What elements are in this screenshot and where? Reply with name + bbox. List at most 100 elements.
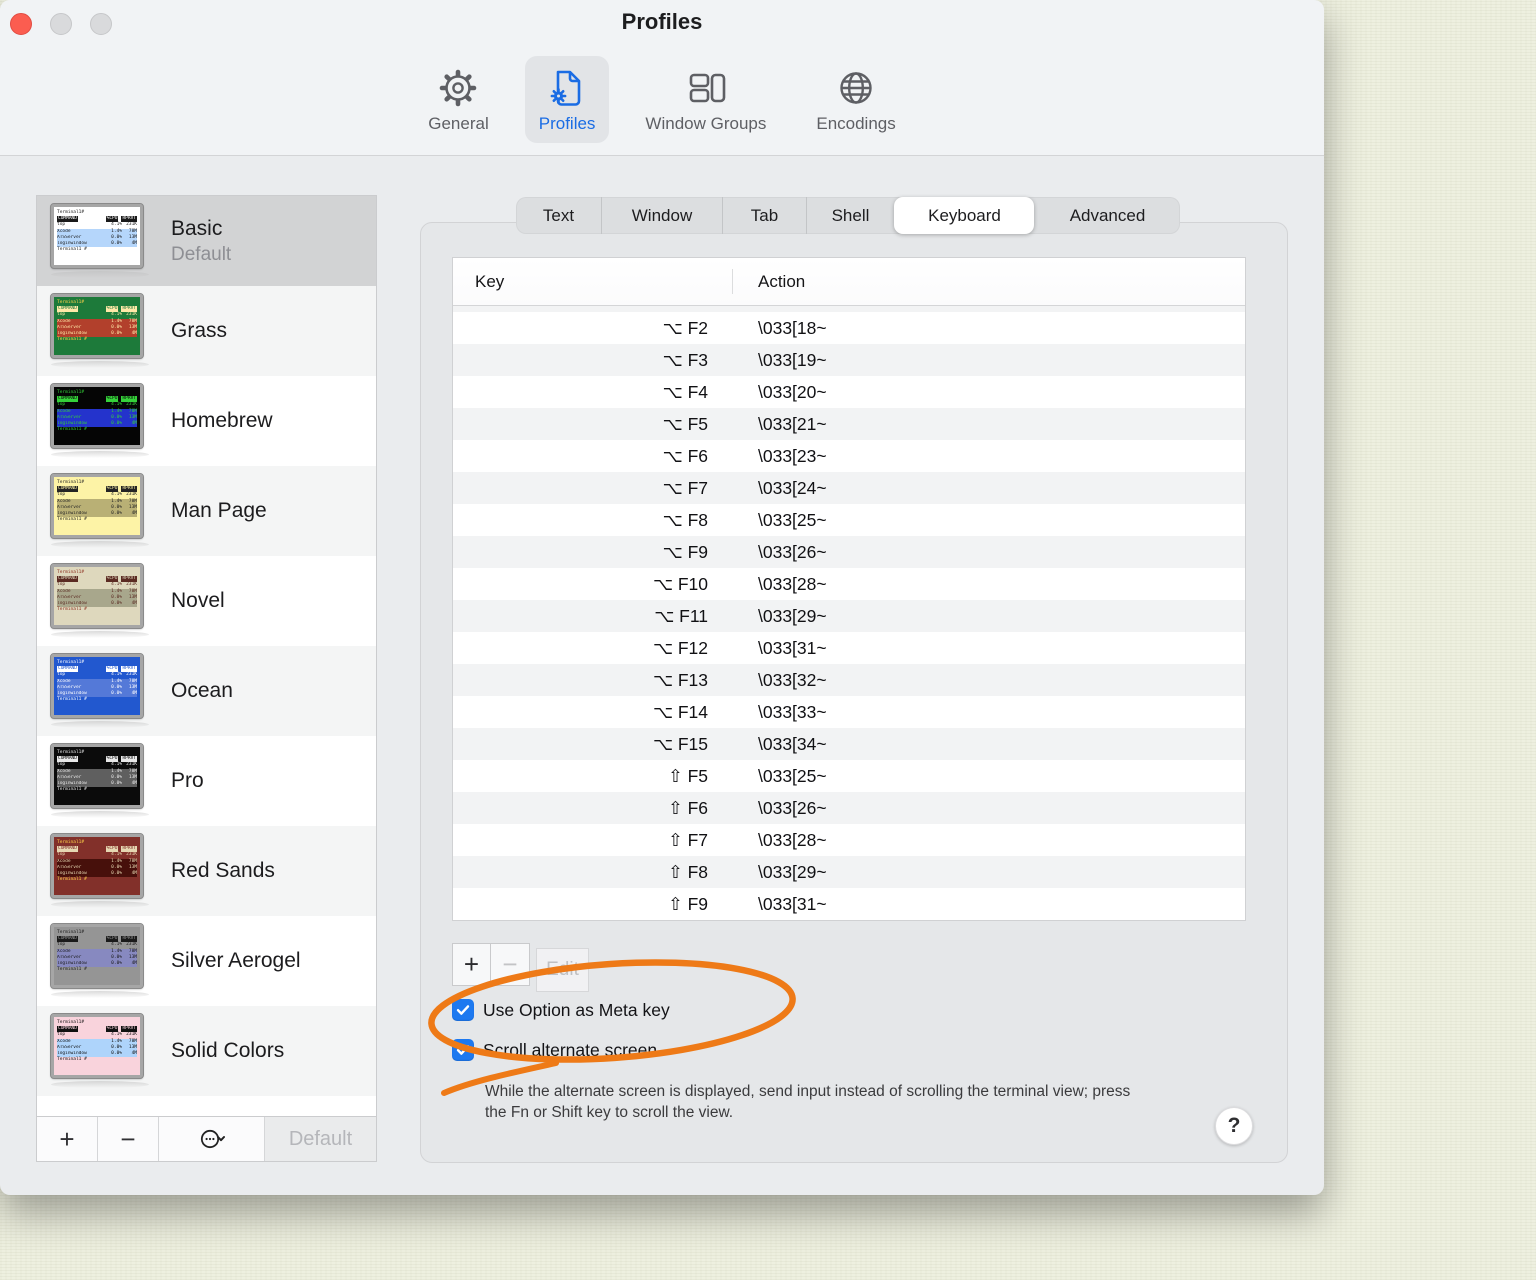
action-cell: \033[19~ <box>758 349 827 370</box>
tab-text[interactable]: Text <box>516 197 601 234</box>
profiles-preferences-window: Profiles General Profiles Window Groups … <box>0 0 1324 1195</box>
key-cell: ⌥ F5 <box>662 413 708 434</box>
thumb-prompt-line: Terminal1 # <box>57 787 87 793</box>
table-row[interactable]: ⌥ F15 \033[34~ <box>453 728 1245 760</box>
shortcut-edit-controls: + − <box>452 943 530 986</box>
help-button[interactable]: ? <box>1215 1107 1253 1145</box>
toolbar-item-encodings[interactable]: Encodings <box>802 56 909 143</box>
column-header-key: Key <box>475 271 505 291</box>
key-cell: ⌥ F11 <box>654 605 708 626</box>
profile-list-item[interactable]: Terminal1# COMMAND %CPU RPRVT top 4.1% 231K Xco… <box>37 556 376 646</box>
add-profile-button[interactable]: + <box>37 1117 98 1161</box>
key-cell: ⌥ F10 <box>652 573 708 594</box>
edit-shortcut-button[interactable]: Edit <box>536 948 589 992</box>
profile-labels: Silver Aerogel <box>171 949 301 973</box>
key-cell: ⌥ F6 <box>662 445 708 466</box>
tab-keyboard[interactable]: Keyboard <box>894 197 1034 234</box>
profile-thumbnail: Terminal1# COMMAND %CPU RPRVT top 4.1% 231K Xco… <box>50 1013 144 1079</box>
add-shortcut-button[interactable]: + <box>452 943 491 986</box>
remove-shortcut-button[interactable]: − <box>491 943 530 986</box>
profile-thumbnail: Terminal1# COMMAND %CPU RPRVT top 4.1% 231K Xco… <box>50 203 144 269</box>
column-header-action: Action <box>758 271 806 291</box>
table-row[interactable]: ⇧ F6 \033[26~ <box>453 792 1245 824</box>
profile-list-item[interactable]: Terminal1# COMMAND %CPU RPRVT top 4.1% 231K Xco… <box>37 826 376 916</box>
toolbar-item-profiles[interactable]: Profiles <box>524 56 610 143</box>
table-row[interactable]: ⌥ F13 \033[32~ <box>453 664 1245 696</box>
thumbnail-column: Terminal1# COMMAND %CPU RPRVT top 4.1% 231K Xco… <box>37 1013 157 1088</box>
action-cell: \033[29~ <box>758 605 827 626</box>
table-row[interactable]: ⇧ F5 \033[25~ <box>453 760 1245 792</box>
table-row[interactable]: ⌥ F7 \033[24~ <box>453 472 1245 504</box>
profile-name: Solid Colors <box>171 1039 285 1062</box>
profile-list-item[interactable]: Terminal1# COMMAND %CPU RPRVT top 4.1% 231K Xco… <box>37 916 376 1006</box>
toolbar-item-window-groups[interactable]: Window Groups <box>631 56 780 143</box>
table-row[interactable]: ⌥ F14 \033[33~ <box>453 696 1245 728</box>
table-row[interactable]: ⌥ F4 \033[20~ <box>453 376 1245 408</box>
profile-list-item[interactable]: Terminal1# COMMAND %CPU RPRVT top 4.1% 231K Xco… <box>37 466 376 556</box>
tab-shell[interactable]: Shell <box>806 197 894 234</box>
profile-list-item[interactable]: Terminal1# COMMAND %CPU RPRVT top 4.1% 231K Xco… <box>37 1006 376 1096</box>
profile-list-item[interactable]: Terminal1# COMMAND %CPU RPRVT top 4.1% 231K Xco… <box>37 646 376 736</box>
thumbnail-reflection <box>51 721 149 728</box>
profile-name: Red Sands <box>171 859 275 882</box>
profile-thumbnail: Terminal1# COMMAND %CPU RPRVT top 4.1% 231K Xco… <box>50 473 144 539</box>
ellipsis-circle-icon <box>200 1129 225 1149</box>
thumbnail-reflection <box>51 811 149 818</box>
profile-labels: Grass <box>171 319 227 343</box>
thumb-prompt-line: Terminal1 # <box>57 517 87 523</box>
table-row[interactable]: ⌥ F3 \033[19~ <box>453 344 1245 376</box>
settings-tab-bar: Text Window Tab Shell Keyboard Advanced <box>516 197 1180 234</box>
profile-labels: Ocean <box>171 679 233 703</box>
tab-tab[interactable]: Tab <box>722 197 806 234</box>
table-row[interactable]: ⌥ F11 \033[29~ <box>453 600 1245 632</box>
tab-window[interactable]: Window <box>601 197 722 234</box>
table-header: Key Action <box>453 258 1245 306</box>
table-row[interactable]: ⌥ F9 \033[26~ <box>453 536 1245 568</box>
profile-list-item[interactable]: Terminal1# COMMAND %CPU RPRVT top 4.1% 231K Xco… <box>37 196 376 286</box>
key-cell: ⌥ F2 <box>662 317 708 338</box>
table-row[interactable]: ⇧ F9 \033[31~ <box>453 888 1245 920</box>
table-row[interactable]: ⌥ F5 \033[21~ <box>453 408 1245 440</box>
thumbnail-reflection <box>51 541 149 548</box>
profile-thumbnail: Terminal1# COMMAND %CPU RPRVT top 4.1% 231K Xco… <box>50 923 144 989</box>
key-cell: ⌥ F13 <box>652 669 708 690</box>
toolbar-label: Window Groups <box>645 114 767 133</box>
profile-list-item[interactable]: Terminal1# COMMAND %CPU RPRVT top 4.1% 231K Xco… <box>37 286 376 376</box>
table-body: ⌥ F2 \033[18~ ⌥ F3 \033[19~ ⌥ F4 \033[20~ ⌥ F5… <box>453 312 1245 920</box>
table-row[interactable]: ⇧ F8 \033[29~ <box>453 856 1245 888</box>
action-cell: \033[24~ <box>758 477 827 498</box>
table-row[interactable]: ⌥ F8 \033[25~ <box>453 504 1245 536</box>
table-row[interactable]: ⌥ F10 \033[28~ <box>453 568 1245 600</box>
thumbnail-reflection <box>51 1081 149 1088</box>
table-row[interactable]: ⌥ F2 \033[18~ <box>453 312 1245 344</box>
option-scroll-alternate-screen[interactable]: Scroll alternate screen <box>452 1039 657 1061</box>
profile-labels: Novel <box>171 589 225 613</box>
scroll-alternate-help-text: While the alternate screen is displayed,… <box>485 1083 1131 1121</box>
thumbnail-reflection <box>51 991 149 998</box>
more-options-button[interactable] <box>159 1117 265 1161</box>
table-row[interactable]: ⇧ F7 \033[28~ <box>453 824 1245 856</box>
checkbox-checked-icon[interactable] <box>452 1039 474 1061</box>
set-default-button[interactable]: Default <box>265 1117 376 1161</box>
profile-document-icon <box>550 70 581 106</box>
action-cell: \033[32~ <box>758 669 827 690</box>
option-use-option-as-meta[interactable]: Use Option as Meta key <box>452 999 670 1021</box>
profile-list-item[interactable]: Terminal1# COMMAND %CPU RPRVT top 4.1% 231K Xco… <box>37 736 376 826</box>
table-row[interactable]: ⌥ F6 \033[23~ <box>453 440 1245 472</box>
profile-thumbnail: Terminal1# COMMAND %CPU RPRVT top 4.1% 231K Xco… <box>50 293 144 359</box>
thumb-prompt-line: Terminal1 # <box>57 337 87 343</box>
thumbnail-column: Terminal1# COMMAND %CPU RPRVT top 4.1% 231K Xco… <box>37 923 157 998</box>
toolbar-item-general[interactable]: General <box>414 56 502 143</box>
table-row[interactable]: ⌥ F12 \033[31~ <box>453 632 1245 664</box>
remove-profile-button[interactable]: − <box>98 1117 159 1161</box>
action-cell: \033[25~ <box>758 765 827 786</box>
window-groups-icon <box>689 73 726 103</box>
tab-advanced[interactable]: Advanced <box>1034 197 1180 234</box>
profile-list-footer: + − Default <box>37 1116 376 1161</box>
key-cell: ⌥ F3 <box>662 349 708 370</box>
profile-list-item[interactable]: Terminal1# COMMAND %CPU RPRVT top 4.1% 231K Xco… <box>37 376 376 466</box>
profile-name: Man Page <box>171 499 267 522</box>
profile-name: Silver Aerogel <box>171 949 301 972</box>
checkbox-checked-icon[interactable] <box>452 999 474 1021</box>
action-cell: \033[28~ <box>758 829 827 850</box>
